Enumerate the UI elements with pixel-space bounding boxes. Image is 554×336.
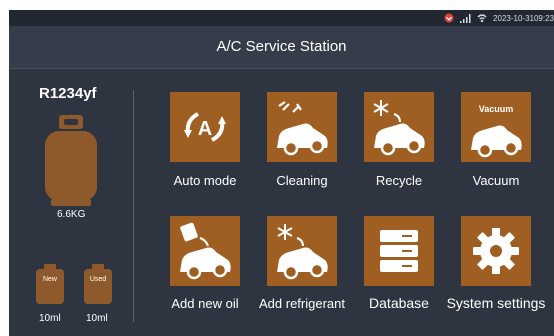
refrigerant-tank-icon xyxy=(45,115,97,212)
recycle-icon xyxy=(364,92,434,162)
status-icons: 2023-10-3109:23 xyxy=(444,12,554,24)
alert-icon xyxy=(444,13,454,23)
system-settings-label: System settings xyxy=(446,295,546,311)
new-oil-bottle[interactable]: New xyxy=(36,264,64,309)
refrigerant-type: R1234yf xyxy=(39,85,97,102)
signal-icon xyxy=(460,13,471,23)
used-oil-bottle[interactable]: Used xyxy=(84,264,112,309)
database-icon xyxy=(364,216,434,286)
page-title: A/C Service Station xyxy=(216,38,347,55)
vacuum-icon: Vacuum xyxy=(461,92,531,162)
title-bar: A/C Service Station xyxy=(9,26,554,69)
database-label: Database xyxy=(369,295,429,311)
add-new-oil-label: Add new oil xyxy=(171,296,239,311)
vacuum-label: Vacuum xyxy=(472,173,520,188)
recycle-label: Recycle xyxy=(375,173,423,188)
cleaning-icon xyxy=(267,92,337,162)
panel-divider xyxy=(133,90,134,322)
add-refrigerant-icon xyxy=(267,216,337,286)
status-bar: 2023-10-3109:23 xyxy=(9,10,554,26)
svg-text:A: A xyxy=(198,118,212,140)
new-oil-volume: 10ml xyxy=(39,313,61,324)
vacuum-icon-text: Vacuum xyxy=(478,104,514,114)
status-datetime: 2023-10-3109:23 xyxy=(493,13,554,23)
wifi-icon xyxy=(477,13,487,23)
cleaning-label: Cleaning xyxy=(276,173,328,188)
add-new-oil-icon xyxy=(170,216,240,286)
refrigerant-panel: R1234yf 6.6KG New 10ml Used 10ml xyxy=(9,69,133,336)
auto-mode-icon: A xyxy=(170,92,240,162)
tank-weight: 6.6KG xyxy=(57,209,86,220)
used-oil-volume: 10ml xyxy=(86,313,108,324)
used-oil-label: Used xyxy=(89,276,107,283)
add-refrigerant-label: Add refrigerant xyxy=(259,296,345,311)
gear-icon xyxy=(461,216,531,286)
auto-mode-label: Auto mode xyxy=(173,173,237,188)
ac-service-screen: 2023-10-3109:23 A/C Service Station R123… xyxy=(9,10,554,336)
new-oil-label: New xyxy=(42,276,57,283)
